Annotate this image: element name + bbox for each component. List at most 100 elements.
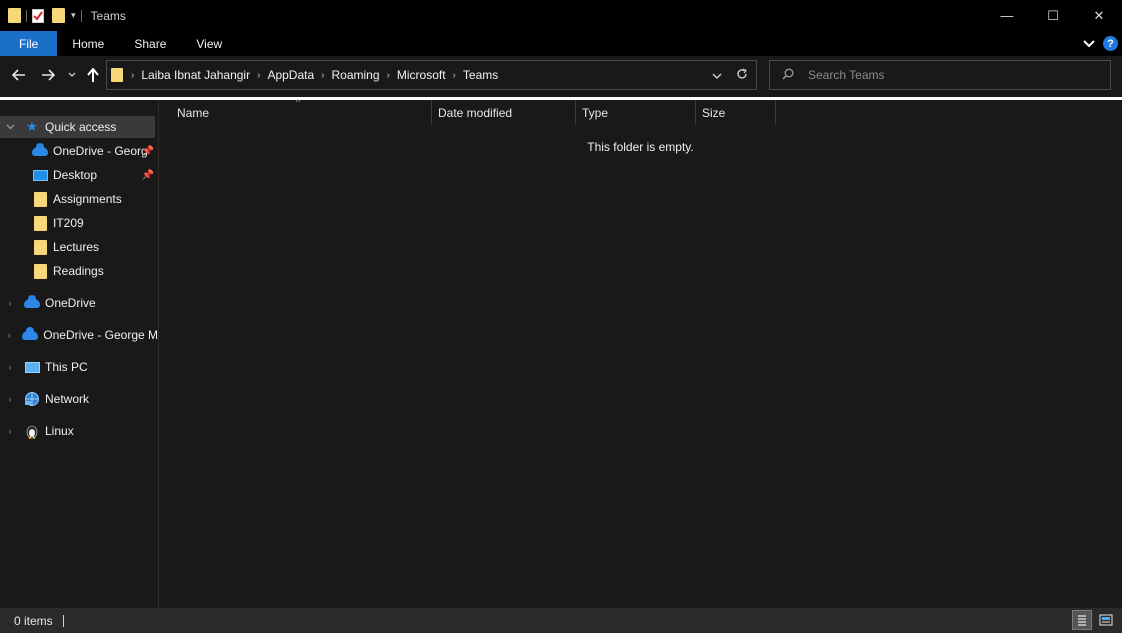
navigation-pane: ★ Quick access OneDrive - Georg 📌 Deskto… <box>0 100 158 608</box>
status-bar: 0 items <box>0 608 1122 633</box>
column-header-size[interactable]: Size <box>696 100 776 125</box>
breadcrumb-user[interactable]: Laiba Ibnat Jahangir <box>141 68 250 82</box>
tree-item-label: This PC <box>45 360 88 374</box>
search-input[interactable] <box>806 67 1086 83</box>
tree-item-readings[interactable]: Readings <box>0 260 158 282</box>
window-title: Teams <box>90 8 126 23</box>
view-switcher <box>1072 610 1116 630</box>
column-header-name[interactable]: Name <box>171 100 432 125</box>
back-arrow-icon[interactable] <box>10 66 28 84</box>
folder-icon <box>32 191 48 207</box>
tree-item-label: OneDrive - George M <box>43 328 158 342</box>
navigation-bar: › Laiba Ibnat Jahangir › AppData › Roami… <box>0 56 1122 97</box>
tree-item-label: Assignments <box>53 192 122 206</box>
address-bar[interactable]: › Laiba Ibnat Jahangir › AppData › Roami… <box>106 60 757 90</box>
status-separator <box>62 614 64 627</box>
item-count: 0 items <box>14 613 53 628</box>
star-icon: ★ <box>26 119 38 134</box>
expand-ribbon-chevron-icon[interactable] <box>1083 37 1095 51</box>
address-bar-controls <box>712 61 748 89</box>
tab-view[interactable]: View <box>181 31 237 56</box>
tree-item-label: Network <box>45 392 90 406</box>
tree-item-onedrive-george-pinned[interactable]: OneDrive - Georg 📌 <box>0 140 158 162</box>
breadcrumb-separator-icon[interactable]: › <box>257 70 260 81</box>
folder-icon <box>32 263 48 279</box>
help-icon[interactable]: ? <box>1103 36 1118 51</box>
close-button[interactable]: ✕ <box>1076 0 1122 31</box>
large-icons-view-icon[interactable] <box>1096 610 1116 630</box>
pin-icon: 📌 <box>141 169 154 181</box>
network-icon <box>24 391 40 407</box>
tree-item-desktop[interactable]: Desktop 📌 <box>0 164 158 186</box>
breadcrumb-separator-icon[interactable]: › <box>453 70 456 81</box>
desktop-icon <box>32 167 48 183</box>
ribbon-tabs: File Home Share View ? <box>0 31 1122 56</box>
breadcrumb-roaming[interactable]: Roaming <box>331 68 379 82</box>
forward-arrow-icon[interactable] <box>39 66 57 84</box>
tree-item-label: OneDrive <box>45 296 96 310</box>
breadcrumb-separator-icon[interactable]: › <box>131 70 134 81</box>
tree-item-label: Linux <box>45 424 74 438</box>
tree-item-label: Desktop <box>53 168 98 182</box>
details-view-icon[interactable] <box>1072 610 1092 630</box>
onedrive-cloud-icon <box>22 326 39 343</box>
breadcrumb-separator-icon[interactable]: › <box>387 70 390 81</box>
customize-toolbar-dropdown-icon[interactable]: ▾ <box>71 10 76 21</box>
tree-item-onedrive[interactable]: › OneDrive <box>0 292 158 314</box>
search-box[interactable] <box>769 60 1111 90</box>
up-arrow-icon[interactable] <box>84 66 102 84</box>
column-header-date-modified[interactable]: Date modified <box>432 100 576 125</box>
column-header-type[interactable]: Type <box>576 100 696 125</box>
breadcrumb-teams[interactable]: Teams <box>463 68 498 82</box>
new-folder-icon[interactable] <box>52 8 65 23</box>
minimize-button[interactable]: — <box>984 0 1030 31</box>
onedrive-cloud-icon <box>32 142 48 159</box>
linux-penguin-icon <box>24 423 40 439</box>
pin-icon: 📌 <box>141 145 154 157</box>
collapsed-chevron-icon[interactable]: › <box>4 426 16 436</box>
tree-item-label: Quick access <box>45 120 117 134</box>
tree-item-lectures[interactable]: Lectures <box>0 236 158 258</box>
tab-home[interactable]: Home <box>57 31 119 56</box>
address-history-chevron-down-icon[interactable] <box>712 68 722 82</box>
folder-icon <box>32 215 48 231</box>
file-list-area[interactable]: ^ Name Date modified Type Size This fold… <box>159 97 1122 608</box>
tree-item-label: Lectures <box>53 240 100 254</box>
tree-item-label: Readings <box>53 264 104 278</box>
tree-item-linux[interactable]: › Linux <box>0 420 158 442</box>
collapsed-chevron-icon[interactable]: › <box>4 362 16 372</box>
folder-icon <box>8 8 21 23</box>
tree-item-it209[interactable]: IT209 <box>0 212 158 234</box>
toolbar-separator <box>80 9 82 22</box>
collapsed-chevron-icon[interactable]: › <box>4 394 16 404</box>
tree-item-label: OneDrive - Georg <box>53 144 148 158</box>
breadcrumb-microsoft[interactable]: Microsoft <box>397 68 446 82</box>
tree-item-assignments[interactable]: Assignments <box>0 188 158 210</box>
breadcrumb-appdata[interactable]: AppData <box>267 68 314 82</box>
tree-item-onedrive-george[interactable]: › OneDrive - George M <box>0 324 158 346</box>
empty-folder-message: This folder is empty. <box>587 140 694 154</box>
collapsed-chevron-icon[interactable]: › <box>4 330 14 340</box>
maximize-button[interactable]: ☐ <box>1030 0 1076 31</box>
tree-item-network[interactable]: › Network <box>0 388 158 410</box>
quick-access-toolbar: ▾ <box>0 0 87 31</box>
title-bar: ▾ Teams — ☐ ✕ <box>0 0 1122 31</box>
search-icon <box>782 68 794 83</box>
tab-file[interactable]: File <box>0 31 58 56</box>
window-controls: — ☐ ✕ <box>984 0 1122 31</box>
tree-item-label: IT209 <box>53 216 84 230</box>
properties-checklist-icon[interactable] <box>32 8 44 23</box>
expanded-chevron-icon[interactable] <box>4 122 16 132</box>
refresh-icon[interactable] <box>736 67 748 83</box>
computer-icon <box>24 359 40 375</box>
tree-item-quick-access[interactable]: ★ Quick access <box>0 116 155 138</box>
ribbon-right-controls: ? <box>1083 31 1118 56</box>
toolbar-separator <box>26 9 27 22</box>
collapsed-chevron-icon[interactable]: › <box>4 298 16 308</box>
onedrive-cloud-icon <box>24 294 40 311</box>
breadcrumb-separator-icon[interactable]: › <box>321 70 324 81</box>
tab-share[interactable]: Share <box>119 31 181 56</box>
recent-locations-dropdown-icon[interactable] <box>66 66 78 84</box>
tree-item-this-pc[interactable]: › This PC <box>0 356 158 378</box>
folder-icon <box>111 68 123 82</box>
